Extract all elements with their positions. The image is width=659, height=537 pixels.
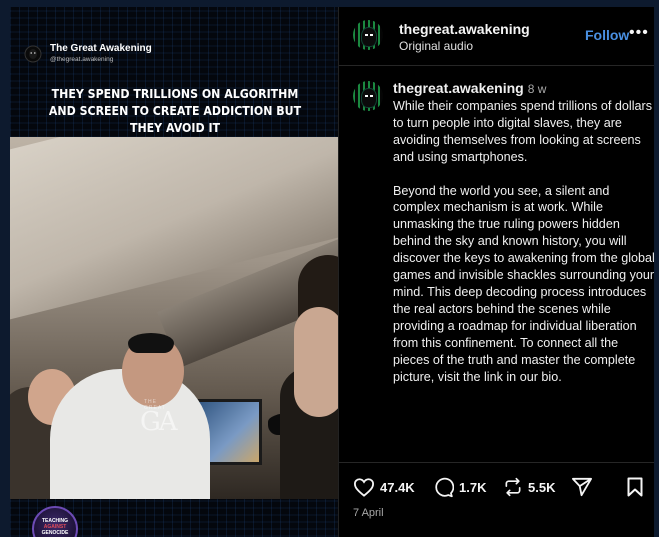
header-username[interactable]: thegreat.awakening: [399, 21, 530, 37]
watermark-text: GA: [140, 407, 178, 437]
repost-count: 5.5K: [528, 479, 556, 495]
video-brand-name: The Great Awakening: [50, 43, 152, 54]
post-header: thegreat.awakening Original audio Follow…: [339, 7, 654, 66]
caption-timestamp[interactable]: 8 w: [528, 82, 547, 96]
avatar-eye-right: [370, 95, 373, 97]
original-audio-link[interactable]: Original audio: [399, 39, 473, 53]
passenger-kippah: [128, 333, 174, 353]
avatar-eye-left: [365, 95, 368, 97]
post-panel: thegreat.awakening Original audio Follow…: [338, 7, 654, 537]
save-button[interactable]: [627, 477, 643, 497]
video-frame: THE GREAT GA: [10, 137, 338, 499]
headline-line-1: THEY SPEND TRILLIONS ON ALGORITHM: [51, 86, 299, 101]
post-window: The Great Awakening @thegreat.awakening …: [10, 7, 654, 537]
video-headline: THEY SPEND TRILLIONS ON ALGORITHM AND SC…: [37, 85, 313, 136]
comment-icon: [435, 477, 454, 498]
comment-count: 1.7K: [459, 480, 487, 495]
comment-button[interactable]: 1.7K: [433, 477, 486, 498]
video-watermark: THE GREAT GA: [140, 399, 178, 437]
caption-username[interactable]: thegreat.awakening: [393, 80, 524, 96]
avatar[interactable]: [353, 20, 383, 50]
avatar-face: [361, 88, 377, 108]
caption-paragraph-2: Beyond the world you see, a silent and c…: [393, 183, 654, 384]
post-date[interactable]: 7 April: [353, 507, 384, 519]
share-icon: [572, 477, 592, 497]
repost-icon: [505, 477, 521, 497]
avatar-eye-left: [365, 34, 368, 36]
caption-avatar[interactable]: [353, 81, 383, 111]
watermark-small-text: THE GREAT: [144, 399, 166, 411]
post-caption: thegreat.awakening 8 w While their compan…: [393, 80, 654, 385]
badge-line-3: GENOCIDE: [41, 530, 69, 536]
video-player[interactable]: The Great Awakening @thegreat.awakening …: [10, 7, 338, 537]
follow-button[interactable]: Follow: [585, 27, 629, 43]
like-count: 47.4K: [380, 479, 415, 495]
headline-line-2: AND SCREEN TO CREATE ADDICTION BUT THEY …: [48, 103, 302, 135]
share-button[interactable]: [571, 477, 593, 497]
video-brand: The Great Awakening @thegreat.awakening: [24, 43, 152, 63]
passenger-right-face: [294, 307, 338, 417]
avatar-face: [361, 27, 377, 47]
brand-logo-icon: [24, 45, 42, 63]
actions-bar: 47.4K 1.7K 5.5K 7 April: [339, 462, 654, 537]
video-brand-handle: @thegreat.awakening: [50, 56, 114, 63]
caption-paragraph-1: While their companies spend trillions of…: [393, 98, 652, 164]
repost-button[interactable]: 5.5K: [503, 477, 555, 497]
bookmark-icon: [627, 477, 643, 497]
more-options-button[interactable]: •••: [629, 24, 649, 42]
avatar-eye-right: [370, 34, 373, 36]
heart-icon: [353, 478, 375, 497]
like-button[interactable]: 47.4K: [353, 477, 415, 497]
